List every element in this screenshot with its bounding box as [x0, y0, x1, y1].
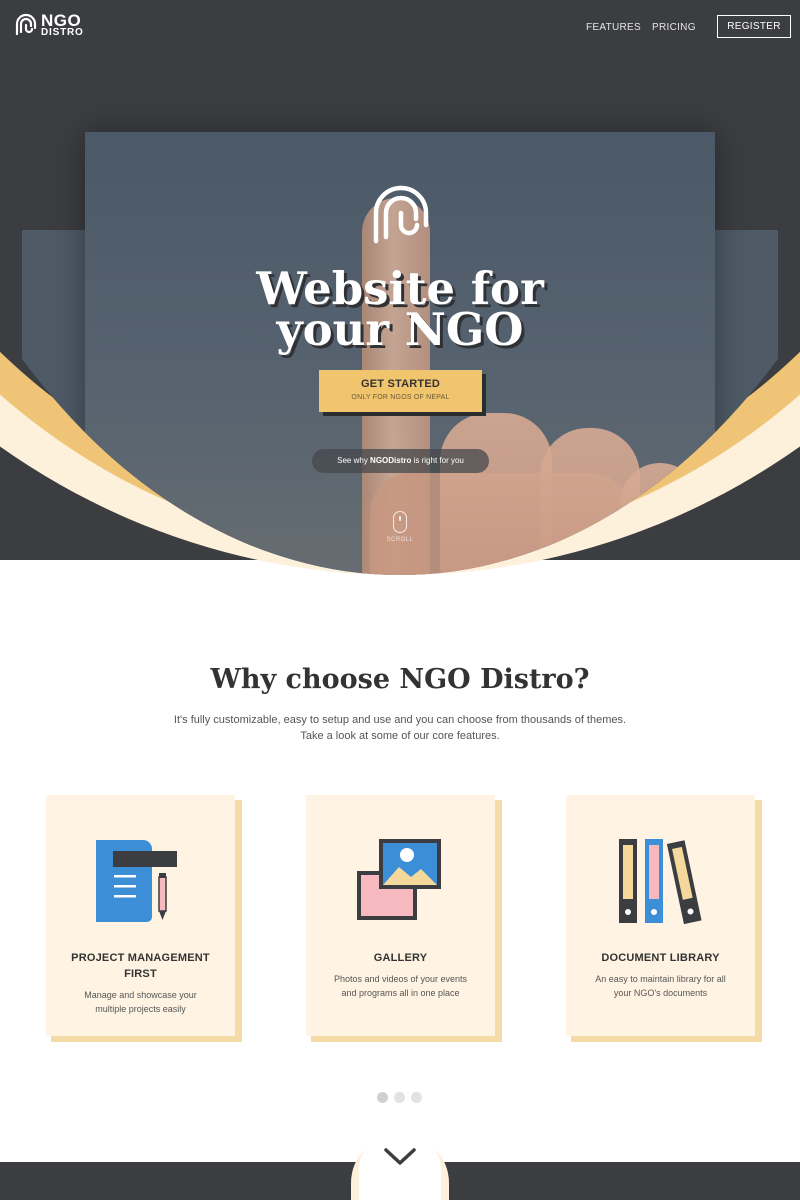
- hero-headline-line2: your NGO: [276, 303, 524, 356]
- feature-card-document-library[interactable]: DOCUMENT LIBRARY An easy to maintain lib…: [566, 795, 755, 1036]
- why-ngodistro-button[interactable]: See why NGODistro is right for you: [312, 449, 489, 473]
- document-binders-icon: [619, 839, 702, 925]
- features-subtitle-line2: Take a look at some of our core features…: [300, 730, 500, 742]
- get-started-label: GET STARTED: [361, 378, 440, 390]
- pagination-dot-1[interactable]: [377, 1092, 388, 1103]
- project-document-icon: [96, 840, 177, 922]
- carousel-pagination: [377, 1092, 427, 1104]
- feature-card-title: DOCUMENT LIBRARY: [601, 952, 720, 964]
- why-prefix: See why: [337, 456, 371, 465]
- brand-subname: DISTRO: [41, 27, 84, 38]
- top-navigation: NGO DISTRO FEATURES PRICING REGISTER: [0, 0, 800, 52]
- nav-features-link[interactable]: FEATURES: [586, 22, 641, 33]
- fingerprint-logo-icon: [15, 13, 37, 36]
- why-brand: NGODistro: [370, 456, 412, 465]
- scroll-mouse-icon[interactable]: [393, 511, 407, 533]
- feature-card-project-management[interactable]: PROJECT MANAGEMENT FIRST Manage and show…: [46, 795, 235, 1036]
- get-started-button[interactable]: GET STARTED ONLY FOR NGOS OF NEPAL: [319, 370, 482, 412]
- hero-content: Website for your NGO GET STARTED ONLY FO…: [0, 0, 800, 620]
- features-title: Why choose NGO Distro?: [210, 664, 590, 695]
- feature-card-description: Photos and videos of your events and pro…: [333, 974, 468, 998]
- why-suffix: is right for you: [411, 456, 464, 465]
- feature-card-title: GALLERY: [373, 952, 428, 964]
- nav-pricing-link[interactable]: PRICING: [652, 22, 696, 33]
- hero-headline: Website for your NGO: [150, 266, 650, 356]
- fingerprint-icon: [373, 185, 429, 244]
- features-subtitle: It's fully customizable, easy to setup a…: [150, 712, 650, 744]
- register-button[interactable]: REGISTER: [717, 15, 791, 38]
- feature-card-title: PROJECT MANAGEMENT FIRST: [71, 952, 210, 980]
- pagination-dot-3[interactable]: [411, 1092, 422, 1103]
- chevron-down-icon[interactable]: [383, 1146, 417, 1168]
- features-subtitle-line1: It's fully customizable, easy to setup a…: [173, 714, 627, 726]
- feature-card-description: Manage and showcase your multiple projec…: [84, 990, 197, 1014]
- feature-card-gallery[interactable]: GALLERY Photos and videos of your events…: [306, 795, 495, 1036]
- feature-card-description: An easy to maintain library for all your…: [595, 974, 726, 998]
- scroll-label: SCROLL: [386, 537, 414, 543]
- brand-logo[interactable]: NGO DISTRO: [13, 12, 83, 40]
- get-started-sublabel: ONLY FOR NGOS OF NEPAL: [351, 394, 450, 401]
- pagination-dot-2[interactable]: [394, 1092, 405, 1103]
- gallery-photos-icon: [357, 839, 441, 920]
